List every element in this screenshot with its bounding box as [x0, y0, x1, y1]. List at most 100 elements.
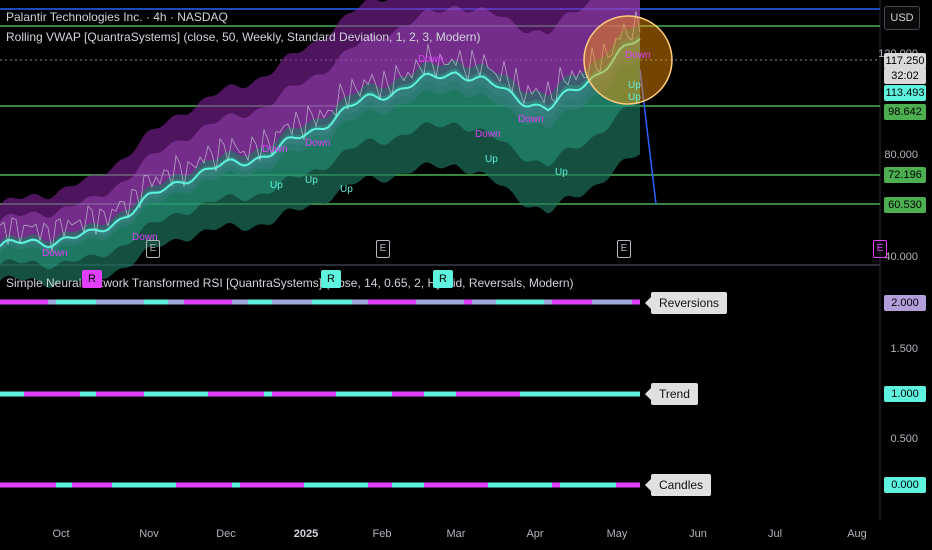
- rsi-state-segment: [320, 299, 328, 305]
- rsi-state-segment: [472, 299, 480, 305]
- rsi-state-segment: [568, 299, 576, 305]
- rsi-state-segment: [288, 391, 296, 397]
- rsi-state-segment: [264, 391, 272, 397]
- rsi-state-segment: [624, 391, 632, 397]
- rsi-state-segment: [160, 482, 168, 488]
- rsi-state-segment: [80, 299, 88, 305]
- rsi-state-segment: [248, 299, 256, 305]
- reversal-flag-icon[interactable]: R: [82, 270, 102, 288]
- rsi-state-segment: [120, 482, 128, 488]
- rsi-state-segment: [240, 482, 248, 488]
- rsi-state-segment: [96, 299, 104, 305]
- rsi-state-segment: [432, 299, 440, 305]
- rsi-state-segment: [104, 482, 112, 488]
- rsi-state-segment: [104, 391, 112, 397]
- down-signal-label: Down: [475, 129, 501, 140]
- rsi-state-segment: [240, 391, 248, 397]
- rsi-state-segment: [64, 299, 72, 305]
- earnings-icon[interactable]: E: [873, 240, 887, 258]
- earnings-icon[interactable]: E: [376, 240, 390, 258]
- rsi-state-segment: [600, 482, 608, 488]
- rsi-state-segment: [40, 299, 48, 305]
- chart-stage[interactable]: Down Down Down Down Down Down Down Down Up Up Up Up…: [0, 0, 932, 550]
- rsi-state-segment: [616, 299, 624, 305]
- rsi-state-segment: [624, 482, 632, 488]
- time-label-jul: Jul: [767, 528, 783, 540]
- rsi-state-segment: [496, 482, 504, 488]
- rsi-state-segment: [312, 482, 320, 488]
- time-label-oct: Oct: [52, 528, 70, 540]
- rsi-state-segment: [616, 482, 624, 488]
- earnings-icon[interactable]: E: [146, 240, 160, 258]
- rsi-state-segment: [304, 391, 312, 397]
- rsi-state-segment: [296, 391, 304, 397]
- rsi-state-segment: [272, 391, 280, 397]
- rsi-state-segment: [192, 299, 200, 305]
- rsi-state-segment: [544, 482, 552, 488]
- rsi-state-segment: [368, 482, 376, 488]
- rsi-state-segment: [568, 391, 576, 397]
- down-signal-label: Down: [305, 138, 331, 149]
- currency-button[interactable]: USD: [884, 6, 920, 30]
- rsi-state-segment: [392, 391, 400, 397]
- reversal-flag-icon[interactable]: R: [321, 270, 341, 288]
- rsi-state-segment: [64, 482, 72, 488]
- rsi-state-segment: [384, 391, 392, 397]
- row-label-trend: Trend: [645, 383, 698, 405]
- price-tag-level-1: 98.642: [884, 104, 926, 120]
- rsi-state-segment: [608, 299, 616, 305]
- rsi-state-segment: [408, 482, 416, 488]
- rsi-state-segment: [520, 482, 528, 488]
- rsi-state-segment: [560, 299, 568, 305]
- rsi-state-segment: [88, 482, 96, 488]
- earnings-icon[interactable]: E: [617, 240, 631, 258]
- rsi-state-segment: [560, 482, 568, 488]
- rsi-state-segment: [200, 299, 208, 305]
- vwap-indicator-legend[interactable]: Rolling VWAP [QuantraSystems] (close, 50…: [6, 30, 480, 44]
- reversal-flag-icon[interactable]: R: [433, 270, 453, 288]
- rsi-state-segment: [32, 299, 40, 305]
- rsi-state-segment: [16, 391, 24, 397]
- rsi-state-segment: [592, 299, 600, 305]
- rsi-state-segment: [376, 299, 384, 305]
- chart-canvas[interactable]: DownDownDownDownDownDownDownDownUp UpUpUp…: [0, 0, 932, 550]
- rsi-state-segment: [24, 482, 32, 488]
- rsi-state-segment: [216, 299, 224, 305]
- rsi-state-segment: [488, 482, 496, 488]
- rsi-state-segment: [216, 482, 224, 488]
- rsi-state-segment: [32, 391, 40, 397]
- price-tick-40: 40.000: [884, 251, 918, 263]
- rsi-state-segment: [632, 482, 640, 488]
- rsi-state-segment: [432, 482, 440, 488]
- price-tag-level-2: 72.196: [884, 167, 926, 183]
- rsi-state-segment: [600, 391, 608, 397]
- rsi-state-segment: [160, 391, 168, 397]
- price-tick-80: 80.000: [884, 149, 918, 161]
- rsi-state-segment: [40, 482, 48, 488]
- rsi-state-segment: [416, 299, 424, 305]
- rsi-tag-trend: 1.000: [884, 386, 926, 402]
- rsi-state-segment: [32, 482, 40, 488]
- rsi-state-segment: [136, 391, 144, 397]
- rsi-state-segment: [536, 482, 544, 488]
- time-label-2025: 2025: [293, 528, 319, 540]
- rsi-state-segment: [232, 482, 240, 488]
- rsi-state-segment: [168, 299, 176, 305]
- rsi-state-segment: [336, 391, 344, 397]
- rsi-state-segment: [368, 391, 376, 397]
- rsi-state-segment: [80, 482, 88, 488]
- rsi-state-segment: [24, 391, 32, 397]
- rsi-state-segment: [248, 391, 256, 397]
- rsi-state-segment: [128, 391, 136, 397]
- rsi-state-segment: [312, 391, 320, 397]
- rsi-state-segment: [488, 299, 496, 305]
- rsi-state-segment: [632, 391, 640, 397]
- rsi-state-segment: [88, 299, 96, 305]
- rsi-state-segment: [152, 482, 160, 488]
- rsi-state-segment: [328, 299, 336, 305]
- rsi-tag-candles: 0.000: [884, 477, 926, 493]
- down-signal-label: Down: [42, 248, 68, 259]
- rsi-state-segment: [504, 299, 512, 305]
- rsi-state-segment: [200, 482, 208, 488]
- rsi-state-segment: [392, 299, 400, 305]
